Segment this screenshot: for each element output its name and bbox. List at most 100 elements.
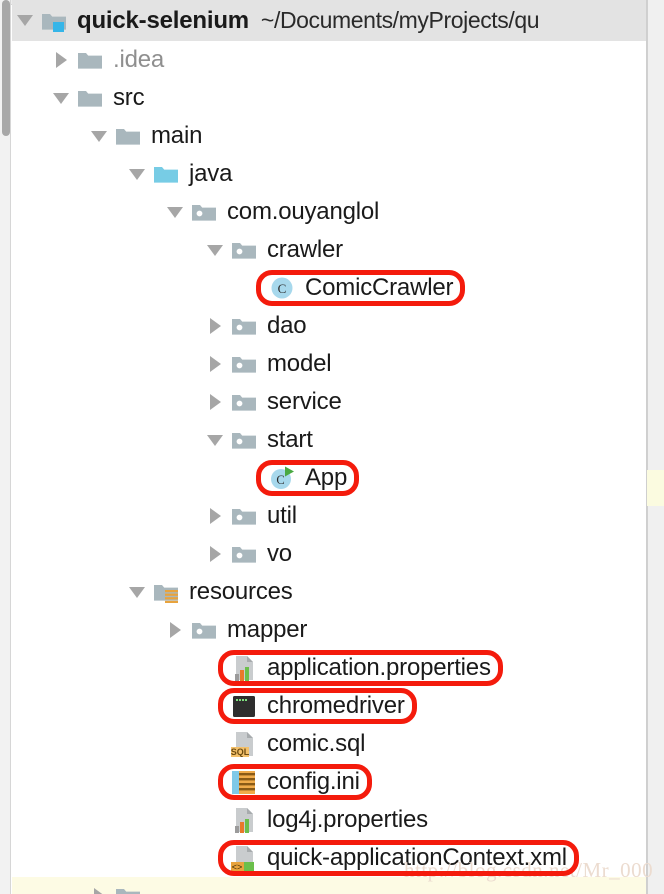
svg-text:C: C bbox=[278, 281, 287, 296]
chevron-down-icon[interactable] bbox=[124, 155, 150, 193]
chevron-down-icon[interactable] bbox=[162, 193, 188, 231]
tree-row-label: util bbox=[267, 502, 297, 529]
chevron-down-icon[interactable] bbox=[12, 2, 38, 40]
tree-row-label: comic.sql bbox=[267, 730, 366, 757]
tree-row[interactable]: java bbox=[12, 155, 646, 193]
spring-xml-file-icon: <> bbox=[230, 844, 258, 872]
package-icon bbox=[230, 388, 258, 416]
chevron-right-icon[interactable] bbox=[48, 41, 74, 79]
tree-row[interactable]: src bbox=[12, 79, 646, 117]
executable-file-icon bbox=[230, 692, 258, 720]
tree-row-label: application.properties bbox=[267, 654, 491, 681]
tree-row-label: model bbox=[267, 350, 332, 377]
folder-icon bbox=[76, 84, 104, 112]
resource-root-folder-icon bbox=[152, 578, 180, 606]
project-path-label: ~/Documents/myProjects/qu bbox=[260, 7, 540, 33]
java-class-runnable-icon: C bbox=[268, 464, 296, 492]
folder-icon bbox=[114, 122, 142, 150]
tree-row[interactable]: vo bbox=[12, 535, 646, 573]
java-class-icon: C bbox=[268, 274, 296, 302]
chevron-right-icon[interactable] bbox=[202, 497, 228, 535]
tree-row[interactable]: log4j.properties bbox=[12, 801, 646, 839]
vertical-scrollbar-track[interactable] bbox=[0, 0, 11, 894]
tree-row-label: src bbox=[113, 84, 145, 111]
tree-row[interactable]: chromedriver bbox=[12, 687, 646, 725]
tree-row[interactable]: crawler bbox=[12, 231, 646, 269]
package-icon bbox=[230, 350, 258, 378]
sql-file-icon: SQL bbox=[230, 730, 258, 758]
tree-row[interactable]: mapper bbox=[12, 611, 646, 649]
chevron-right-icon[interactable] bbox=[162, 611, 188, 649]
tree-row[interactable]: service bbox=[12, 383, 646, 421]
tree-row-label: quick-selenium bbox=[77, 6, 249, 34]
package-icon bbox=[230, 502, 258, 530]
svg-text:<>: <> bbox=[232, 862, 243, 872]
tree-row-label: service bbox=[267, 388, 342, 415]
chevron-right-icon[interactable] bbox=[202, 345, 228, 383]
svg-text:C: C bbox=[276, 473, 284, 487]
tree-row[interactable]: start bbox=[12, 421, 646, 459]
tree-row-label: main bbox=[151, 122, 203, 149]
tree-row[interactable]: SQL comic.sql bbox=[12, 725, 646, 763]
chevron-down-icon[interactable] bbox=[202, 421, 228, 459]
tree-row[interactable]: .idea bbox=[12, 41, 646, 79]
chevron-down-icon[interactable] bbox=[48, 79, 74, 117]
chevron-right-icon[interactable] bbox=[86, 877, 112, 894]
project-tool-window: quick-selenium ~/Documents/myProjects/qu.… bbox=[0, 0, 664, 894]
tree-row[interactable]: com.ouyanglol bbox=[12, 193, 646, 231]
vertical-scrollbar-thumb[interactable] bbox=[2, 0, 10, 136]
package-icon bbox=[230, 312, 258, 340]
chevron-right-icon[interactable] bbox=[202, 383, 228, 421]
tree-row-label: java bbox=[189, 160, 233, 187]
no-expander bbox=[202, 839, 228, 877]
tree-row[interactable]: application.properties bbox=[12, 649, 646, 687]
tree-row-label: com.ouyanglol bbox=[227, 198, 380, 225]
chevron-right-icon[interactable] bbox=[202, 535, 228, 573]
no-expander bbox=[240, 459, 266, 497]
tree-row-label: mapper bbox=[227, 616, 308, 643]
tree-row[interactable]: quick-selenium ~/Documents/myProjects/qu bbox=[12, 0, 646, 41]
ini-file-icon bbox=[230, 768, 258, 796]
watermark-text: http://blog.csdn.net/Mr_000 bbox=[404, 858, 654, 882]
tree-row[interactable]: config.ini bbox=[12, 763, 646, 801]
tree-row[interactable]: C ComicCrawler bbox=[12, 269, 646, 307]
chevron-down-icon[interactable] bbox=[86, 117, 112, 155]
chevron-down-icon[interactable] bbox=[124, 573, 150, 611]
no-expander bbox=[202, 687, 228, 725]
tree-row-label: vo bbox=[267, 540, 292, 567]
tree-row-label: resources bbox=[189, 578, 293, 605]
svg-text:SQL: SQL bbox=[231, 747, 250, 757]
tree-row-label: .idea bbox=[113, 46, 165, 73]
tree-row-label: App bbox=[305, 464, 348, 491]
source-root-folder-icon bbox=[152, 160, 180, 188]
tree-row-label: start bbox=[267, 426, 313, 453]
tree-row[interactable]: C App bbox=[12, 459, 646, 497]
chevron-right-icon[interactable] bbox=[202, 307, 228, 345]
tree-row-label: log4j.properties bbox=[267, 806, 428, 833]
tree-row[interactable]: resources bbox=[12, 573, 646, 611]
tree-row[interactable]: main bbox=[12, 117, 646, 155]
tree-row[interactable]: dao bbox=[12, 307, 646, 345]
stripe-marker[interactable] bbox=[647, 470, 664, 506]
folder-icon bbox=[76, 46, 104, 74]
no-expander bbox=[202, 649, 228, 687]
tree-row-label: ComicCrawler bbox=[305, 274, 454, 301]
package-icon bbox=[190, 616, 218, 644]
no-expander bbox=[202, 801, 228, 839]
package-icon bbox=[230, 540, 258, 568]
tree-row-label: dao bbox=[267, 312, 307, 339]
package-icon bbox=[230, 236, 258, 264]
tree-row[interactable]: util bbox=[12, 497, 646, 535]
no-expander bbox=[202, 763, 228, 801]
tree-row[interactable]: model bbox=[12, 345, 646, 383]
package-icon bbox=[230, 426, 258, 454]
right-gutter bbox=[647, 0, 664, 894]
folder-icon bbox=[114, 882, 142, 894]
tree-row-label: chromedriver bbox=[267, 692, 405, 719]
no-expander bbox=[202, 725, 228, 763]
tree-row-label: crawler bbox=[267, 236, 343, 263]
no-expander bbox=[240, 269, 266, 307]
chevron-down-icon[interactable] bbox=[202, 231, 228, 269]
project-tree[interactable]: quick-selenium ~/Documents/myProjects/qu.… bbox=[12, 0, 646, 894]
project-root-folder-icon bbox=[40, 7, 68, 35]
